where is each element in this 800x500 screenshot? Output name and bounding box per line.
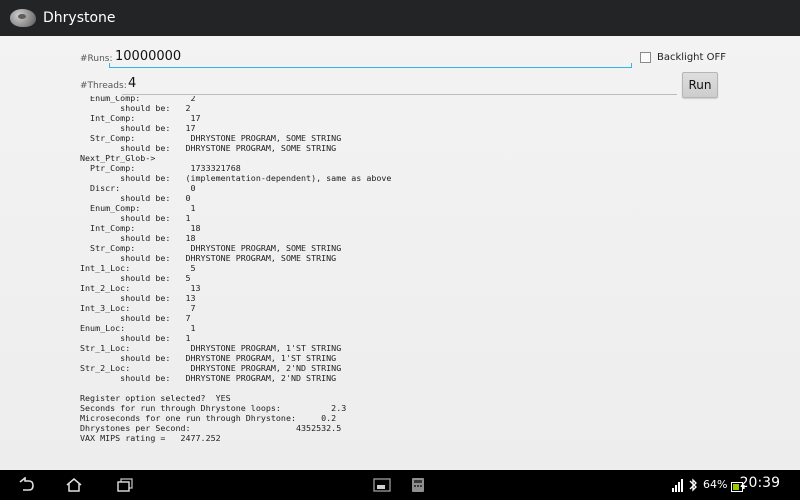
output-line: should be: DHRYSTONE PROGRAM, 1'ST STRIN…: [120, 353, 337, 363]
output-line: Enum_Comp: 2: [90, 96, 196, 103]
output-line: Enum_Loc: 1: [80, 323, 196, 333]
output-line: should be: DHRYSTONE PROGRAM, 2'ND STRIN…: [120, 373, 337, 383]
back-icon[interactable]: [16, 477, 36, 493]
bluetooth-icon: [689, 478, 697, 492]
output-line: should be: 0: [120, 193, 191, 203]
output-line: should be: DHRYSTONE PROGRAM, SOME STRIN…: [120, 253, 337, 263]
output-line: Int_Comp: 18: [90, 223, 201, 233]
output-line: VAX MIPS rating = 2477.252: [80, 433, 221, 443]
output-line: Seconds for run through Dhrystone loops:…: [80, 403, 347, 413]
small-apps-icon[interactable]: [372, 477, 392, 493]
output-line: should be: 2: [120, 103, 191, 113]
output-line: Microseconds for one run through Dhrysto…: [80, 413, 337, 423]
action-bar: Dhrystone: [0, 0, 800, 36]
output-line: Dhrystones per Second: 4352532.5: [80, 423, 342, 433]
output-line: Str_2_Loc: DHRYSTONE PROGRAM, 2'ND STRIN…: [80, 363, 342, 373]
output-line: Int_Comp: 17: [90, 113, 201, 123]
backlight-checkbox[interactable]: [640, 52, 651, 63]
results-text: Enum_Comp: 2 should be: 2 Int_Comp: 17 s…: [80, 96, 720, 443]
lte-signal-icon: [672, 479, 683, 492]
output-line: should be: 1: [120, 213, 191, 223]
output-line: should be: 13: [120, 293, 196, 303]
output-line: should be: 18: [120, 233, 196, 243]
output-line: Str_Comp: DHRYSTONE PROGRAM, SOME STRING: [90, 133, 342, 143]
stone-icon[interactable]: [10, 8, 36, 28]
output-line: should be: DHRYSTONE PROGRAM, SOME STRIN…: [120, 143, 337, 153]
output-line: Ptr_Comp: 1733321768: [90, 163, 241, 173]
runs-input[interactable]: 10000000: [109, 46, 632, 68]
output-line: should be: 7: [120, 313, 191, 323]
run-button[interactable]: Run: [682, 72, 718, 98]
threads-label: #Threads:: [80, 81, 127, 91]
output-line: Int_2_Loc: 13: [80, 283, 201, 293]
main-content: #Runs: 10000000 Backlight OFF #Threads: …: [0, 36, 800, 470]
output-line: should be: (implementation-dependent), s…: [120, 173, 392, 183]
threads-input[interactable]: 4: [122, 73, 677, 95]
clock: 20:39: [739, 475, 780, 491]
output-line: Discr: 0: [90, 183, 196, 193]
output-line: should be: 1: [120, 333, 191, 343]
output-line: Enum_Comp: 1: [90, 203, 196, 213]
backlight-label[interactable]: Backlight OFF: [657, 52, 726, 63]
recent-apps-icon[interactable]: [116, 477, 134, 493]
runs-label: #Runs:: [80, 54, 113, 64]
system-nav-bar: 64% 20:39: [0, 470, 800, 500]
output-line: Str_1_Loc: DHRYSTONE PROGRAM, 1'ST STRIN…: [80, 343, 342, 353]
output-line: Int_1_Loc: 5: [80, 263, 196, 273]
battery-percent: 64%: [703, 478, 728, 491]
output-line: Str_Comp: DHRYSTONE PROGRAM, SOME STRING: [90, 243, 342, 253]
output-line: Next_Ptr_Glob->: [80, 153, 156, 163]
output-line: should be: 17: [120, 123, 196, 133]
output-line: Register option selected? YES: [80, 393, 231, 403]
results-output[interactable]: Enum_Comp: 2 should be: 2 Int_Comp: 17 s…: [80, 96, 720, 448]
keyboard-icon[interactable]: [410, 477, 426, 493]
home-icon[interactable]: [65, 477, 83, 493]
output-line: Int_3_Loc: 7: [80, 303, 196, 313]
app-title: Dhrystone: [43, 10, 116, 26]
output-line: should be: 5: [120, 273, 191, 283]
